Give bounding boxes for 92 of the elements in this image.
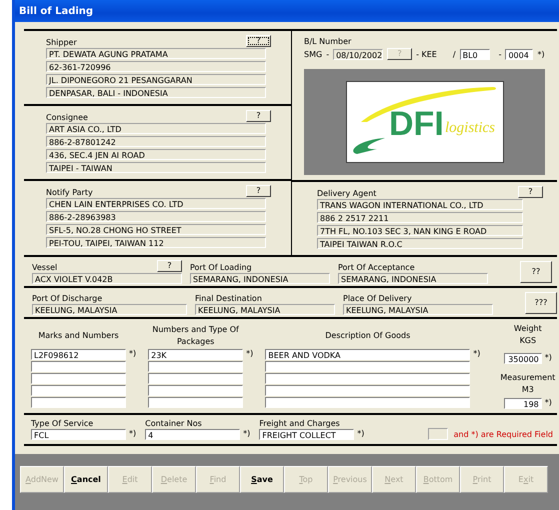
separator-text: - — [326, 50, 330, 58]
goods-field[interactable] — [148, 361, 244, 372]
column-header: Numbers and Type Of Packages — [151, 324, 240, 348]
unit-label: M3 — [522, 384, 534, 396]
address-field[interactable]: PT. DEWATA AGUNG PRATAMA — [46, 48, 266, 59]
command-button[interactable]: Save — [240, 466, 284, 493]
section-label: Delivery Agent — [317, 189, 376, 198]
goods-field[interactable]: BEER AND VODKA — [265, 349, 470, 360]
required-mark: *) — [537, 50, 545, 58]
service-field[interactable]: FCL — [31, 429, 126, 440]
field-label: Port Of Acceptance — [338, 262, 415, 272]
required-mark: *) — [544, 353, 552, 362]
separator-text: / — [452, 50, 456, 58]
service-field[interactable]: FREIGHT COLLECT — [259, 429, 354, 440]
section-label: Consignee — [46, 113, 88, 122]
address-field[interactable]: 7TH FL, NO.103 SEC 3, NAN KING E ROAD — [317, 225, 523, 236]
port-field[interactable]: ACX VIOLET V.042B — [32, 272, 182, 284]
field-label: Type Of Service — [31, 419, 94, 428]
address-field[interactable]: 436, SEC.4 JEN AI ROAD — [46, 149, 266, 160]
required-mark: *) — [129, 349, 136, 358]
port-field[interactable]: SEMARANG, INDONESIA — [190, 272, 330, 284]
goods-field[interactable]: L2F098612 — [31, 349, 126, 360]
goods-field[interactable] — [265, 397, 470, 408]
goods-field[interactable] — [31, 361, 126, 372]
field-label: B/L Number — [304, 37, 352, 46]
separator-text: - — [498, 50, 502, 58]
required-mark: *) — [243, 429, 250, 438]
section-label: Notify Party — [46, 188, 93, 197]
address-field[interactable]: 886-2-28963983 — [46, 211, 266, 222]
company-logo: DFI logistics — [346, 81, 504, 163]
command-button[interactable]: Cancel — [64, 466, 108, 493]
unit-label: KGS — [520, 335, 536, 347]
goods-field[interactable] — [31, 397, 126, 408]
lookup-button[interactable]: ?? — [520, 260, 552, 282]
required-legend: and *) are Required Field — [454, 430, 553, 438]
address-field[interactable]: TAIPEI TAIWAN R.O.C — [317, 238, 523, 249]
date-field[interactable]: 08/10/2002 — [333, 48, 384, 60]
required-mark: *) — [473, 349, 480, 358]
window-title: Bill of Lading — [15, 0, 559, 22]
service-field[interactable]: 4 — [145, 429, 240, 440]
address-field[interactable]: TAIPEI - TAIWAN — [46, 162, 266, 173]
goods-field[interactable]: 23K — [148, 349, 244, 360]
field-label: Place Of Delivery — [343, 294, 412, 302]
weight-field[interactable]: 350000 — [504, 353, 542, 364]
suffix-text: - KEE — [416, 50, 437, 58]
address-field[interactable]: ART ASIA CO., LTD — [46, 123, 266, 134]
address-field[interactable]: JL. DIPONEGORO 21 PESANGGARAN — [46, 74, 266, 85]
goods-field[interactable] — [148, 385, 244, 396]
prefix-text: SMG — [304, 50, 322, 58]
address-field[interactable]: SFL-5, NO.28 CHONG HO STREET — [46, 224, 266, 235]
address-field[interactable]: 62-361-720996 — [46, 61, 266, 72]
goods-field[interactable] — [148, 397, 244, 408]
port-field[interactable]: KEELUNG, MALAYSIA — [195, 304, 335, 314]
goods-field[interactable] — [265, 361, 470, 372]
weight-label: Weight — [514, 323, 542, 335]
required-mark: *) — [246, 349, 254, 358]
required-mark: *) — [129, 429, 136, 438]
lookup-button[interactable]: ? — [246, 185, 271, 197]
column-header: Marks and Numbers — [37, 330, 120, 342]
address-field[interactable]: CHEN LAIN ENTERPRISES CO. LTD — [46, 198, 266, 209]
number-field[interactable]: 0004 — [505, 48, 534, 60]
required-mark: *) — [357, 429, 364, 438]
lookup-button[interactable]: ? — [246, 110, 271, 122]
goods-field[interactable] — [31, 385, 126, 396]
required-mark: *) — [544, 398, 552, 407]
legend-box — [428, 428, 448, 440]
lookup-button[interactable]: ? — [157, 260, 182, 272]
port-field[interactable]: KEELUNG, MALAYSIA — [343, 304, 493, 314]
lookup-button[interactable]: ??? — [525, 292, 557, 314]
field-label: Port Of Discharge — [32, 294, 102, 302]
address-field[interactable]: 886 2 2517 2211 — [317, 212, 523, 223]
goods-field[interactable] — [148, 373, 244, 384]
measurement-field[interactable]: 198 — [504, 398, 542, 409]
address-field[interactable]: DENPASAR, BALI - INDONESIA — [46, 87, 266, 98]
field-label: Port Of Loading — [190, 262, 252, 272]
address-field[interactable]: TRANS WAGON INTERNATIONAL CO., LTD — [317, 199, 523, 210]
field-label: Final Destination — [195, 294, 262, 302]
column-header: Description Of Goods — [324, 330, 412, 342]
field-label: Container Nos — [145, 419, 203, 428]
goods-field[interactable] — [265, 373, 470, 384]
address-field[interactable]: 886-2-87801242 — [46, 136, 266, 147]
port-field[interactable]: KEELUNG, MALAYSIA — [32, 304, 187, 314]
section-label: Shipper — [46, 38, 77, 47]
field-label: Freight and Charges — [259, 419, 341, 428]
field-label: Vessel — [32, 262, 58, 272]
measurement-label: Measurement — [500, 372, 556, 384]
lookup-button[interactable]: ? — [518, 186, 543, 198]
port-field[interactable]: SEMARANG, INDONESIA — [338, 272, 488, 284]
series-field[interactable]: BL0 — [460, 48, 490, 60]
address-field[interactable]: PEI-TOU, TAIPEI, TAIWAN 112 — [46, 237, 266, 248]
goods-field[interactable] — [265, 385, 470, 396]
goods-field[interactable] — [31, 373, 126, 384]
